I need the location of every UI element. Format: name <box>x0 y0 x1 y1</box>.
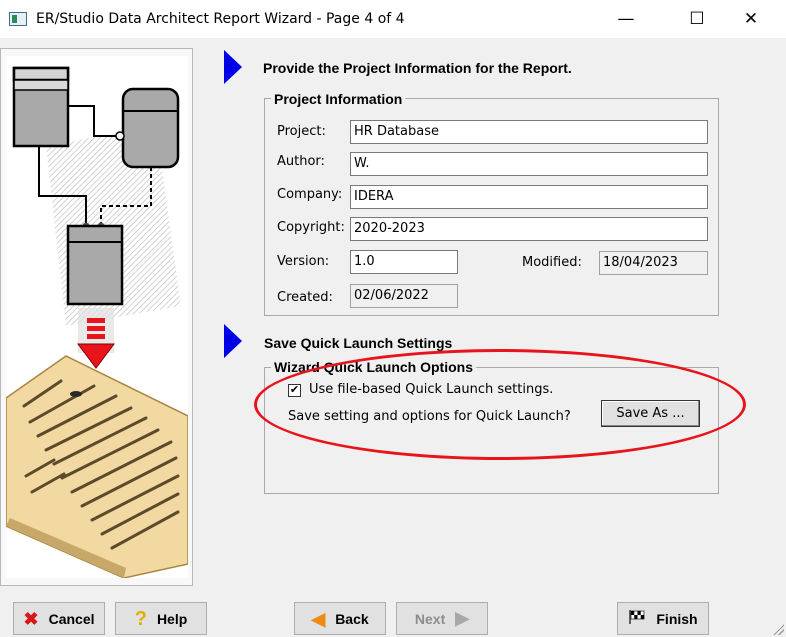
back-button-label: Back <box>335 610 369 627</box>
project-label: Project: <box>277 124 326 139</box>
wizard-illustration-frame <box>0 48 193 586</box>
checkered-flag-icon <box>628 609 646 628</box>
left-arrow-icon: ◀ <box>311 608 326 629</box>
help-button[interactable]: ? Help <box>115 602 207 635</box>
created-field: 02/06/2022 <box>350 284 458 308</box>
close-button[interactable]: ✕ <box>728 0 774 38</box>
back-button[interactable]: ◀ Back <box>294 602 386 635</box>
company-label: Company: <box>277 187 343 202</box>
version-label: Version: <box>277 254 330 269</box>
help-button-label: Help <box>156 610 188 627</box>
database-report-illustration-icon <box>5 66 189 579</box>
project-information-legend: Project Information <box>271 91 406 107</box>
created-label: Created: <box>277 290 333 305</box>
quick-launch-section-title: Save Quick Launch Settings <box>264 335 453 351</box>
cancel-button[interactable]: ✖ Cancel <box>13 602 105 635</box>
resize-grip[interactable] <box>772 623 784 635</box>
copyright-label: Copyright: <box>277 220 345 235</box>
company-field[interactable]: IDERA <box>350 185 708 209</box>
title-bar: ER/Studio Data Architect Report Wizard -… <box>0 0 786 38</box>
maximize-button[interactable]: ☐ <box>674 0 720 38</box>
red-x-icon: ✖ <box>23 608 39 629</box>
project-field[interactable]: HR Database <box>350 120 708 144</box>
right-arrow-icon: ▶ <box>455 608 470 628</box>
finish-button[interactable]: Finish <box>617 602 709 635</box>
app-icon <box>9 12 27 26</box>
question-mark-icon: ? <box>134 607 147 630</box>
author-label: Author: <box>277 154 325 169</box>
modified-field: 18/04/2023 <box>599 251 708 275</box>
project-section-title: Provide the Project Information for the … <box>263 60 572 76</box>
modified-label: Modified: <box>522 255 582 270</box>
section-arrow-icon <box>224 324 242 358</box>
minimize-button[interactable]: — <box>603 0 649 38</box>
wizard-illustration <box>5 56 189 579</box>
author-field[interactable]: W. <box>350 152 708 176</box>
cancel-button-label: Cancel <box>48 610 95 627</box>
next-button-label: Next <box>414 610 446 627</box>
red-highlight-ellipse <box>254 349 746 460</box>
copyright-field[interactable]: 2020-2023 <box>350 217 708 241</box>
next-button[interactable]: Next ▶ <box>396 602 488 635</box>
window-title: ER/Studio Data Architect Report Wizard -… <box>36 11 405 27</box>
version-field[interactable]: 1.0 <box>350 250 458 274</box>
finish-button-label: Finish <box>656 610 698 627</box>
section-arrow-icon <box>224 50 242 84</box>
